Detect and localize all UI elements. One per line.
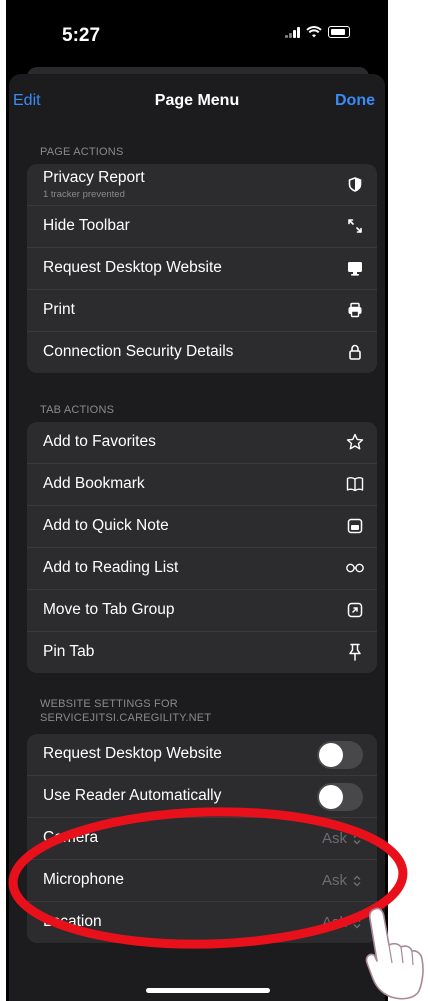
add-to-reading-list-row[interactable]: Add to Reading List bbox=[27, 548, 377, 590]
lock-icon bbox=[345, 342, 365, 362]
print-row[interactable]: Print bbox=[27, 290, 377, 332]
row-label: Connection Security Details bbox=[43, 343, 234, 360]
website-settings-group: Request Desktop Website Use Reader Autom… bbox=[27, 734, 377, 943]
microphone-permission-row[interactable]: Microphone Ask bbox=[27, 860, 377, 902]
permission-value: Ask bbox=[321, 830, 347, 847]
add-to-favorites-row[interactable]: Add to Favorites bbox=[27, 422, 377, 464]
location-permission-row[interactable]: Location Ask bbox=[27, 902, 377, 943]
website-domain: SERVICEJITSI.CAREGILITY.NET bbox=[40, 712, 212, 724]
pin-tab-row[interactable]: Pin Tab bbox=[27, 632, 377, 673]
status-time: 5:27 bbox=[62, 25, 101, 46]
page-title: Page Menu bbox=[154, 92, 240, 109]
row-label: Add to Favorites bbox=[43, 433, 156, 450]
book-icon bbox=[345, 474, 365, 494]
row-subtitle: 1 tracker prevented bbox=[43, 189, 125, 200]
tab-group-icon bbox=[345, 600, 365, 620]
section-header-website-settings: WEBSITE SETTINGS FOR SERVICEJITSI.CAREGI… bbox=[40, 697, 211, 725]
toggle-knob bbox=[319, 785, 343, 809]
row-label: Location bbox=[43, 913, 102, 930]
status-icons bbox=[285, 26, 350, 38]
row-label: Move to Tab Group bbox=[43, 601, 175, 618]
done-button[interactable]: Done bbox=[335, 92, 375, 110]
row-label: Hide Toolbar bbox=[43, 217, 130, 234]
row-label: Request Desktop Website bbox=[43, 745, 222, 762]
request-desktop-website-row[interactable]: Request Desktop Website bbox=[27, 248, 377, 290]
desktop-monitor-icon bbox=[345, 258, 365, 278]
phone-screen: 5:27 Edit Page Menu Done PAGE ACTIONS Pr… bbox=[6, 0, 388, 1001]
row-label: Print bbox=[43, 301, 75, 318]
move-to-tab-group-row[interactable]: Move to Tab Group bbox=[27, 590, 377, 632]
row-label: Use Reader Automatically bbox=[43, 787, 222, 804]
permission-value: Ask bbox=[321, 914, 347, 931]
add-to-quick-note-row[interactable]: Add to Quick Note bbox=[27, 506, 377, 548]
chevron-up-down-icon bbox=[353, 875, 361, 886]
row-label: Pin Tab bbox=[43, 643, 95, 660]
star-icon bbox=[345, 432, 365, 452]
use-reader-toggle[interactable] bbox=[317, 783, 363, 811]
privacy-shield-icon bbox=[345, 174, 365, 194]
location-permission-value[interactable]: Ask bbox=[322, 914, 361, 931]
pin-icon bbox=[345, 642, 365, 662]
request-desktop-toggle[interactable] bbox=[317, 741, 363, 769]
camera-permission-value[interactable]: Ask bbox=[322, 830, 361, 847]
resize-arrows-icon bbox=[345, 216, 365, 236]
home-indicator bbox=[146, 988, 270, 993]
website-settings-label: WEBSITE SETTINGS FOR bbox=[40, 698, 178, 710]
add-bookmark-row[interactable]: Add Bookmark bbox=[27, 464, 377, 506]
row-label: Request Desktop Website bbox=[43, 259, 222, 276]
connection-security-row[interactable]: Connection Security Details bbox=[27, 332, 377, 373]
row-label: Add to Reading List bbox=[43, 559, 179, 576]
status-bar: 5:27 bbox=[6, 0, 388, 64]
use-reader-toggle-row: Use Reader Automatically bbox=[27, 776, 377, 818]
quick-note-icon bbox=[345, 516, 365, 536]
page-actions-group: Privacy Report 1 tracker prevented Hide … bbox=[27, 164, 377, 373]
privacy-report-row[interactable]: Privacy Report 1 tracker prevented bbox=[27, 164, 377, 206]
wifi-icon bbox=[306, 26, 322, 38]
tab-actions-group: Add to Favorites Add Bookmark Add to Qui… bbox=[27, 422, 377, 673]
section-header-page-actions: PAGE ACTIONS bbox=[40, 146, 124, 158]
glasses-icon bbox=[345, 558, 365, 578]
chevron-up-down-icon bbox=[353, 917, 361, 928]
microphone-permission-value[interactable]: Ask bbox=[322, 872, 361, 889]
battery-icon bbox=[328, 26, 350, 38]
camera-permission-row[interactable]: Camera Ask bbox=[27, 818, 377, 860]
row-label: Add to Quick Note bbox=[43, 517, 169, 534]
request-desktop-toggle-row: Request Desktop Website bbox=[27, 734, 377, 776]
page-menu-sheet: Edit Page Menu Done PAGE ACTIONS Privacy… bbox=[9, 74, 385, 1001]
toggle-knob bbox=[319, 743, 343, 767]
printer-icon bbox=[345, 300, 365, 320]
permission-value: Ask bbox=[321, 872, 347, 889]
row-label: Microphone bbox=[43, 871, 124, 888]
section-header-tab-actions: TAB ACTIONS bbox=[40, 404, 115, 416]
nav-bar: Edit Page Menu Done bbox=[9, 90, 385, 114]
hide-toolbar-row[interactable]: Hide Toolbar bbox=[27, 206, 377, 248]
row-label: Privacy Report bbox=[43, 169, 145, 186]
row-label: Add Bookmark bbox=[43, 475, 145, 492]
chevron-up-down-icon bbox=[353, 833, 361, 844]
cellular-signal-icon bbox=[285, 26, 300, 38]
row-label: Camera bbox=[43, 829, 99, 846]
